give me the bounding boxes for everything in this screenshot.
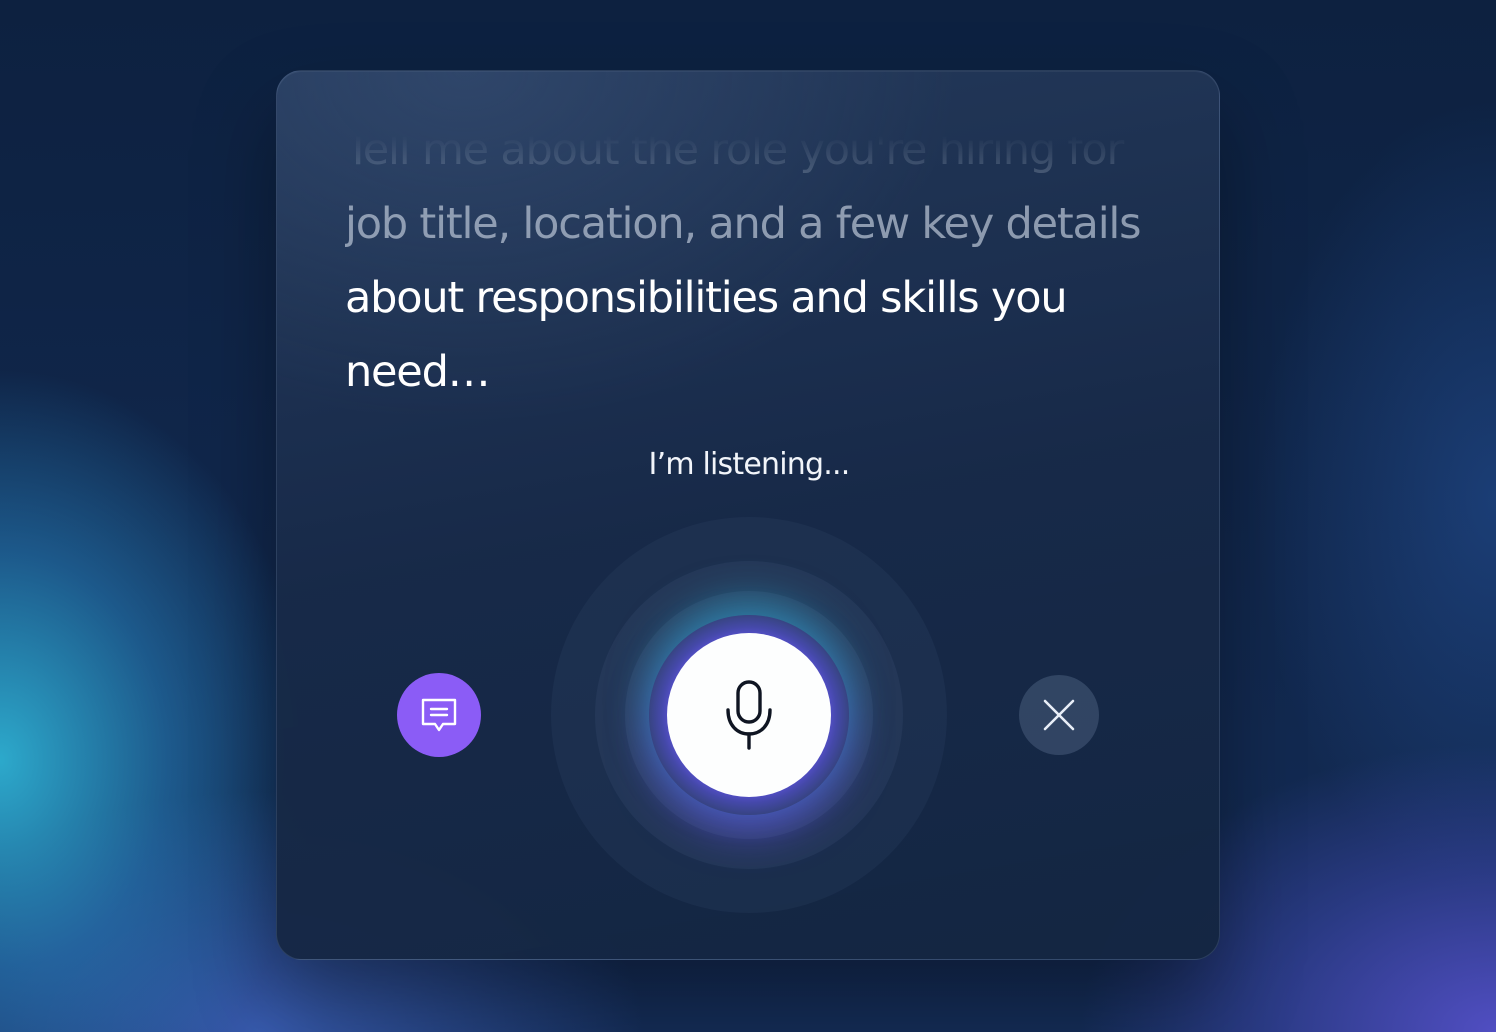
transcript: Tell me about the role you're hiring for… <box>345 109 1185 439</box>
chat-bubble-icon <box>418 694 460 736</box>
transcript-line: Tell me about the role you're hiring for <box>345 125 1124 175</box>
chat-mode-button[interactable] <box>397 673 481 757</box>
microphone-button[interactable] <box>667 633 831 797</box>
voice-assistant-panel: Tell me about the role you're hiring for… <box>276 70 1220 960</box>
transcript-line: need… <box>345 347 491 397</box>
microphone-icon <box>721 679 777 751</box>
listening-status: I’m listening... <box>648 447 851 482</box>
transcript-line: job title, location, and a few key detai… <box>345 199 1142 249</box>
close-button[interactable] <box>1019 675 1099 755</box>
close-icon <box>1042 698 1076 732</box>
mic-pulse-rings <box>551 517 947 913</box>
transcript-line: about responsibilities and skills you <box>345 273 1068 323</box>
